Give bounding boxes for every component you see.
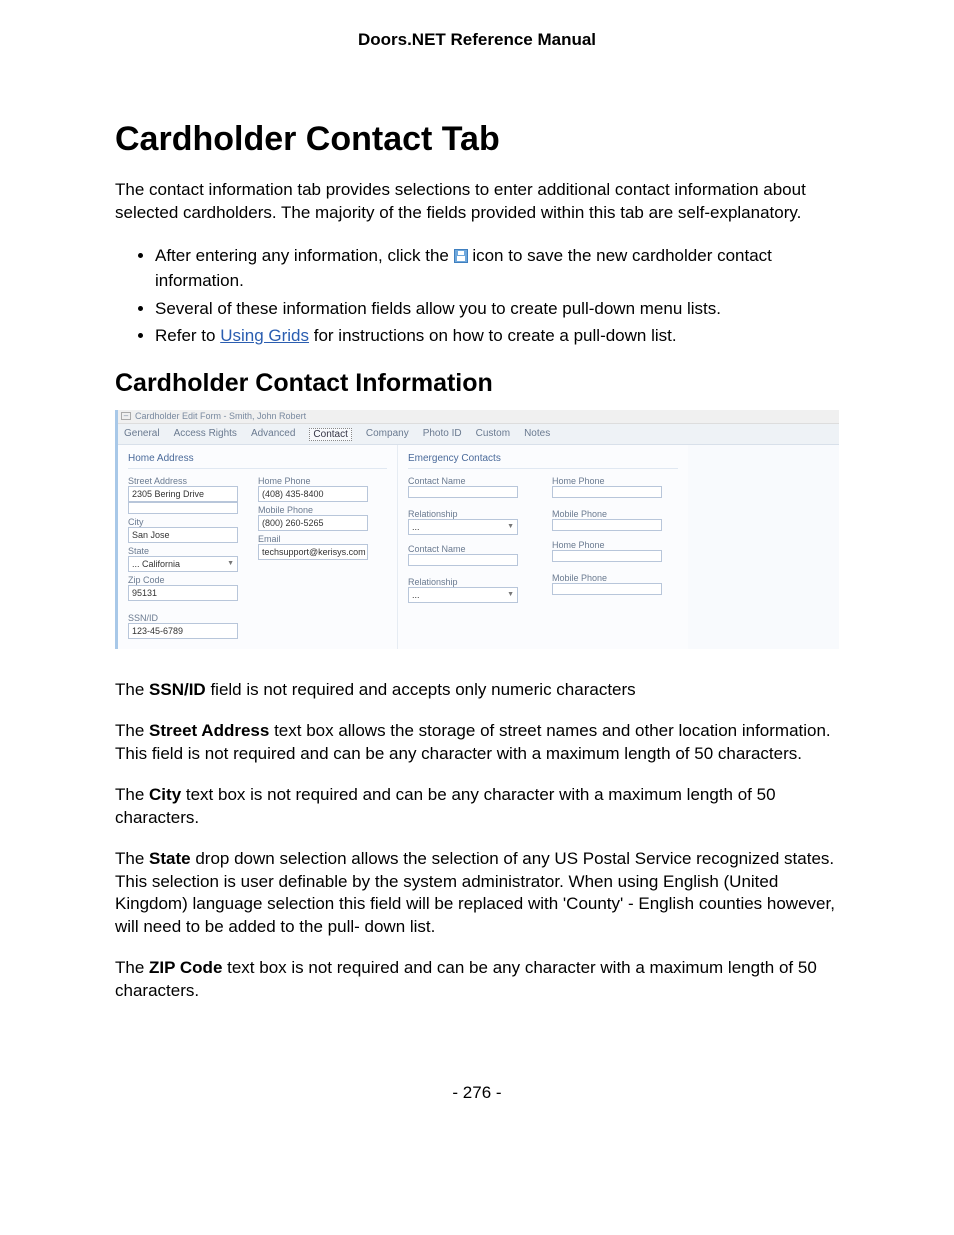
- input-ec-homephone-2[interactable]: [552, 550, 662, 562]
- rel1-value: ...: [412, 521, 420, 533]
- label-relationship-1: Relationship: [408, 509, 534, 519]
- para-ssn-post: field is not required and accepts only n…: [206, 680, 636, 699]
- chevron-down-icon: ▼: [507, 521, 514, 533]
- dropdown-relationship-2[interactable]: ... ▼: [408, 587, 518, 603]
- tab-notes[interactable]: Notes: [524, 428, 550, 441]
- para-city: The City text box is not required and ca…: [115, 784, 839, 830]
- using-grids-link[interactable]: Using Grids: [220, 326, 309, 345]
- contact-form-screenshot: – Cardholder Edit Form - Smith, John Rob…: [115, 410, 839, 649]
- bullet-pulldown: Several of these information fields allo…: [155, 296, 839, 322]
- emergency-contacts-panel: Emergency Contacts Contact Name Relation…: [398, 445, 839, 649]
- input-mobilephone[interactable]: (800) 260-5265: [258, 515, 368, 531]
- section-title: Cardholder Contact Information: [115, 369, 839, 398]
- label-homephone: Home Phone: [258, 476, 378, 486]
- input-zip[interactable]: 95131: [128, 585, 238, 601]
- label-contact-name-1: Contact Name: [408, 476, 534, 486]
- label-ec-mobilephone-2: Mobile Phone: [552, 573, 678, 583]
- doc-header: Doors.NET Reference Manual: [115, 30, 839, 50]
- label-ec-homephone-2: Home Phone: [552, 540, 678, 550]
- tab-company[interactable]: Company: [366, 428, 409, 441]
- page-title: Cardholder Contact Tab: [115, 120, 839, 159]
- para-ssn-pre: The: [115, 680, 149, 699]
- para-state: The State drop down selection allows the…: [115, 848, 839, 940]
- input-ec-mobilephone-1[interactable]: [552, 519, 662, 531]
- label-contact-name-2: Contact Name: [408, 544, 534, 554]
- home-address-header: Home Address: [128, 451, 387, 469]
- window-titlebar: – Cardholder Edit Form - Smith, John Rob…: [118, 410, 839, 424]
- home-address-panel: Home Address Street Address 2305 Bering …: [118, 445, 398, 649]
- input-city[interactable]: San Jose: [128, 527, 238, 543]
- para-ssn-bold: SSN/ID: [149, 680, 206, 699]
- form-tabstrip: General Access Rights Advanced Contact C…: [118, 424, 839, 445]
- bullet-save: After entering any information, click th…: [155, 243, 839, 294]
- label-street: Street Address: [128, 476, 248, 486]
- bullet-refer-pre: Refer to: [155, 326, 220, 345]
- label-ec-homephone-1: Home Phone: [552, 476, 678, 486]
- chevron-down-icon: ▼: [507, 589, 514, 601]
- input-street[interactable]: 2305 Bering Drive: [128, 486, 238, 502]
- input-email[interactable]: techsupport@kerisys.com: [258, 544, 368, 560]
- input-ec-mobilephone-2[interactable]: [552, 583, 662, 595]
- para-street: The Street Address text box allows the s…: [115, 720, 839, 766]
- input-ec-homephone-1[interactable]: [552, 486, 662, 498]
- empty-right-pane: [688, 445, 839, 649]
- window-title: Cardholder Edit Form - Smith, John Rober…: [135, 411, 306, 421]
- para-state-bold: State: [149, 849, 191, 868]
- label-email: Email: [258, 534, 378, 544]
- tab-photo-id[interactable]: Photo ID: [423, 428, 462, 441]
- para-state-post: drop down selection allows the selection…: [115, 849, 835, 937]
- label-relationship-2: Relationship: [408, 577, 534, 587]
- emergency-header: Emergency Contacts: [408, 451, 678, 469]
- save-icon: [454, 249, 468, 263]
- state-value: California: [142, 559, 180, 569]
- input-contact-name-2[interactable]: [408, 554, 518, 566]
- para-zip-bold: ZIP Code: [149, 958, 222, 977]
- para-zip-pre: The: [115, 958, 149, 977]
- bullet-refer-post: for instructions on how to create a pull…: [314, 326, 677, 345]
- para-street-bold: Street Address: [149, 721, 269, 740]
- label-city: City: [128, 517, 248, 527]
- tab-general[interactable]: General: [124, 428, 160, 441]
- para-city-post: text box is not required and can be any …: [115, 785, 776, 827]
- bullet-list: After entering any information, click th…: [115, 243, 839, 349]
- label-ssn: SSN/ID: [128, 613, 387, 623]
- para-zip: The ZIP Code text box is not required an…: [115, 957, 839, 1003]
- bullet-save-pre: After entering any information, click th…: [155, 246, 454, 265]
- dropdown-relationship-1[interactable]: ... ▼: [408, 519, 518, 535]
- dropdown-state[interactable]: ... California ▼: [128, 556, 238, 572]
- input-street2[interactable]: [128, 502, 238, 514]
- para-ssn: The SSN/ID field is not required and acc…: [115, 679, 839, 702]
- tab-contact[interactable]: Contact: [309, 428, 351, 441]
- minimize-icon[interactable]: –: [121, 412, 131, 420]
- para-street-pre: The: [115, 721, 149, 740]
- page-number: - 276 -: [115, 1083, 839, 1103]
- tab-advanced[interactable]: Advanced: [251, 428, 295, 441]
- state-prefix: ...: [132, 559, 142, 569]
- bullet-refer: Refer to Using Grids for instructions on…: [155, 323, 839, 349]
- input-homephone[interactable]: (408) 435-8400: [258, 486, 368, 502]
- intro-paragraph: The contact information tab provides sel…: [115, 179, 839, 225]
- label-mobilephone: Mobile Phone: [258, 505, 378, 515]
- label-ec-mobilephone-1: Mobile Phone: [552, 509, 678, 519]
- label-state: State: [128, 546, 248, 556]
- para-city-pre: The: [115, 785, 149, 804]
- tab-access-rights[interactable]: Access Rights: [174, 428, 237, 441]
- para-city-bold: City: [149, 785, 181, 804]
- chevron-down-icon: ▼: [227, 558, 234, 570]
- tab-custom[interactable]: Custom: [476, 428, 510, 441]
- label-zip: Zip Code: [128, 575, 248, 585]
- rel2-value: ...: [412, 589, 420, 601]
- input-contact-name-1[interactable]: [408, 486, 518, 498]
- para-state-pre: The: [115, 849, 149, 868]
- input-ssn[interactable]: 123-45-6789: [128, 623, 238, 639]
